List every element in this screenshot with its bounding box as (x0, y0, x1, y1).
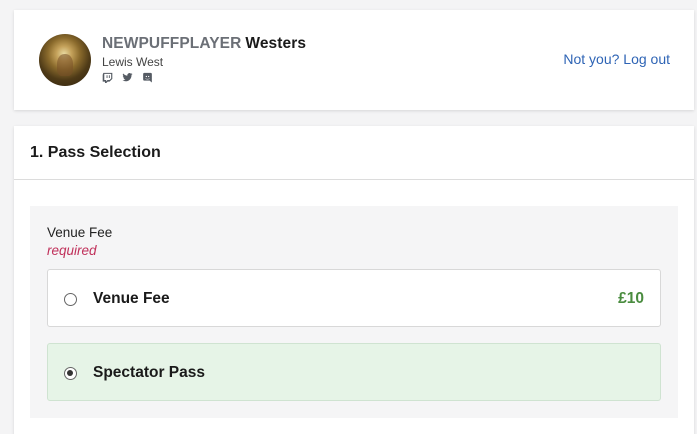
radio-button[interactable] (64, 367, 77, 380)
section-title: 1. Pass Selection (30, 144, 161, 161)
divider (14, 179, 694, 180)
discord-icon[interactable] (142, 72, 153, 83)
surname: Westers (245, 35, 307, 52)
profile-card: NEWPUFFPLAYER Westers Lewis West Not you?… (14, 10, 694, 110)
option-name: Venue Fee (93, 290, 170, 307)
logout-link[interactable]: Not you? Log out (563, 51, 670, 67)
pass-options-group: Venue Fee required Venue Fee £10 Spectat… (30, 206, 678, 418)
option-price: £10 (618, 290, 644, 307)
twitch-icon[interactable] (102, 72, 113, 83)
pass-selection-card: 1. Pass Selection Venue Fee required Ven… (14, 126, 694, 434)
option-name: Spectator Pass (93, 364, 205, 381)
twitter-icon[interactable] (122, 72, 133, 83)
pass-option-venue-fee[interactable]: Venue Fee £10 (47, 269, 661, 327)
field-label: Venue Fee (47, 225, 113, 240)
profile-name: NEWPUFFPLAYER Westers (102, 35, 306, 53)
real-name: Lewis West (102, 55, 164, 69)
radio-button[interactable] (64, 293, 77, 306)
avatar (39, 34, 91, 86)
pass-option-spectator-pass[interactable]: Spectator Pass (47, 343, 661, 401)
gamertag: NEWPUFFPLAYER (102, 35, 242, 52)
required-label: required (47, 243, 97, 258)
social-icons (102, 72, 153, 83)
